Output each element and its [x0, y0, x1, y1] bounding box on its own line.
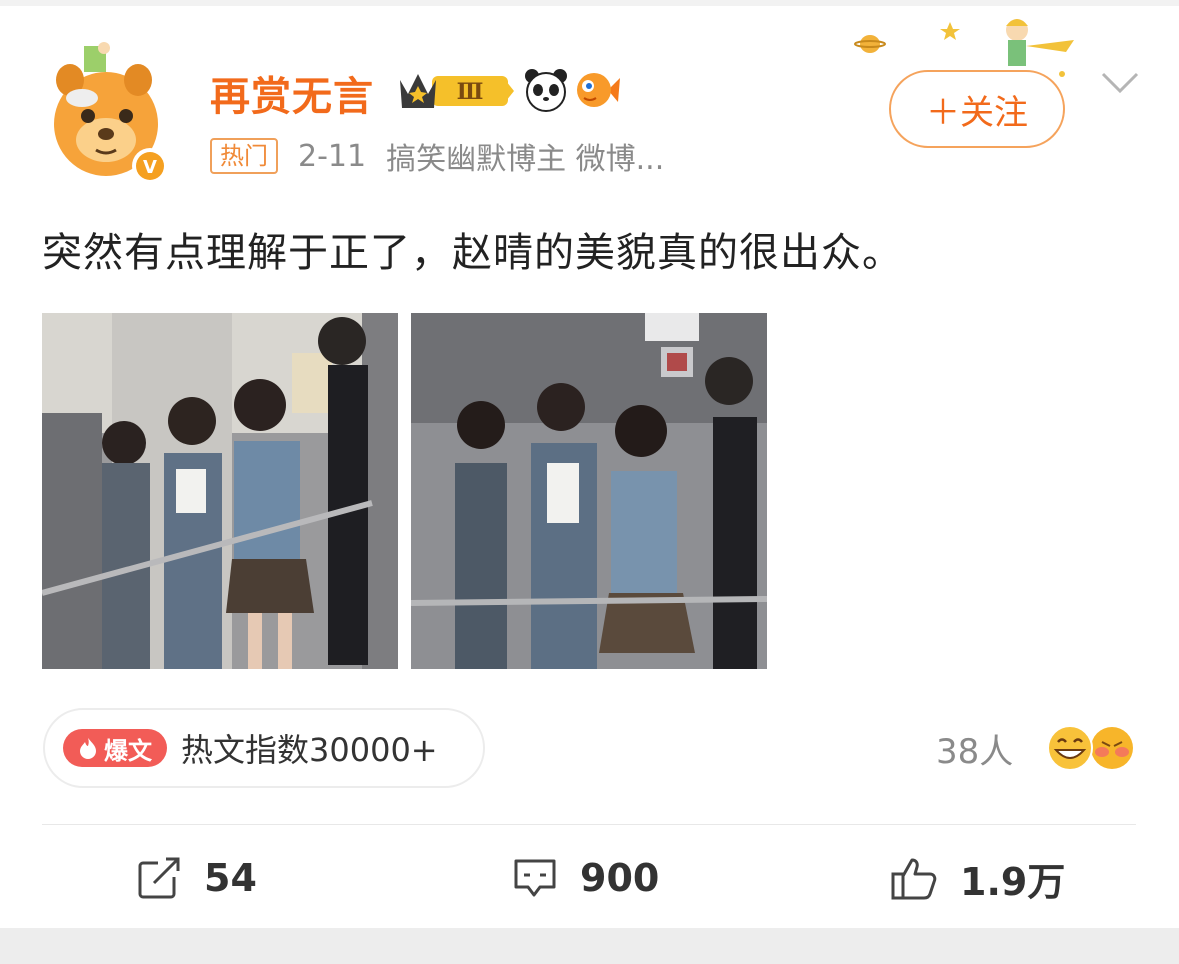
fish-icon [577, 73, 620, 107]
post-text: 突然有点理解于正了，赵晴的美貌真的很出众。 [42, 230, 903, 276]
post-image-1[interactable] [42, 313, 398, 669]
actions-divider [42, 824, 1136, 825]
comment-icon [514, 859, 556, 897]
comment-button[interactable]: 900 [512, 852, 659, 904]
fire-icon [80, 738, 96, 759]
hot-badge: 爆文 [63, 729, 167, 767]
likers-count[interactable]: 38人 [936, 724, 1013, 773]
panda-icon [525, 69, 567, 112]
hot-badge-label: 爆文 [104, 736, 152, 765]
author-name[interactable]: 再赏无言 [210, 64, 374, 122]
post-image-2[interactable] [411, 313, 767, 669]
post-date: 2-11 [298, 138, 367, 174]
repost-button[interactable]: 54 [136, 852, 257, 904]
elevator-photo-2 [411, 313, 767, 669]
weibo-post-card: V 再赏无言 Ⅲ 热门 2-11 搞笑幽默博主 微博... ＋关注 突然有点理解… [0, 6, 1179, 928]
verified-badge: V [143, 157, 157, 178]
elevator-photo-1 [42, 313, 398, 669]
level-label: Ⅲ [457, 79, 484, 105]
thumbs-up-icon [891, 858, 937, 900]
blush-emoji [1091, 727, 1133, 769]
reaction-emojis[interactable] [1046, 722, 1138, 774]
like-count: 1.9万 [960, 859, 1066, 904]
hot-index-text: 热文指数30000+ [181, 731, 438, 769]
repost-icon [138, 857, 180, 899]
like-button[interactable]: 1.9万 [890, 852, 1065, 904]
crown-badge: Ⅲ [400, 74, 514, 108]
follow-button[interactable]: ＋关注 [889, 70, 1065, 148]
avatar[interactable]: V [40, 40, 176, 180]
grin-emoji [1047, 725, 1093, 771]
hot-tag[interactable]: 热门 [210, 138, 278, 174]
author-description: 搞笑幽默博主 微博... [386, 142, 665, 177]
comment-count: 900 [580, 856, 660, 900]
chevron-down-icon[interactable] [1100, 70, 1140, 96]
post-meta: 热门 2-11 搞笑幽默博主 微博... [210, 136, 665, 177]
repost-count: 54 [204, 856, 257, 900]
hot-index-pill[interactable]: 爆文 热文指数30000+ [43, 708, 485, 788]
